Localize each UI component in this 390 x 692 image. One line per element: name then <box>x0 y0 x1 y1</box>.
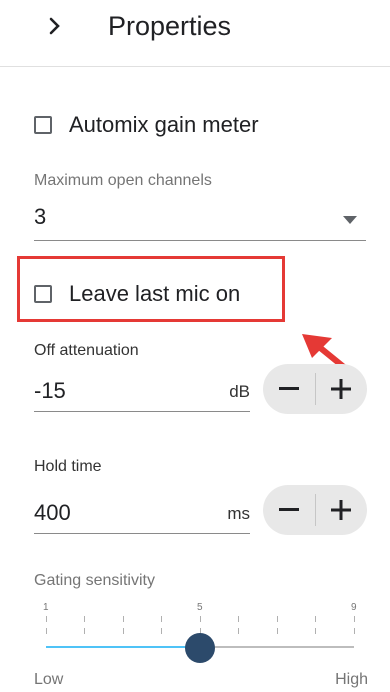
slider-tick <box>315 628 316 634</box>
slider-tick <box>45 616 47 622</box>
header-divider <box>0 66 390 67</box>
max-open-channels-select[interactable]: 3 <box>34 200 366 242</box>
off-attenuation-unit: dB <box>229 382 250 401</box>
select-underline <box>34 240 366 241</box>
slider-tick <box>84 628 85 634</box>
chevron-right-icon[interactable] <box>40 8 70 44</box>
minus-icon <box>278 508 299 511</box>
checkbox-box[interactable] <box>34 285 52 303</box>
slider-tick <box>161 628 162 634</box>
input-underline <box>34 533 250 534</box>
slider-tick <box>353 628 355 634</box>
hold-time-plus-button[interactable] <box>316 485 368 535</box>
off-attenuation-plus-button[interactable] <box>316 364 368 414</box>
off-attenuation-label: Off attenuation <box>34 342 139 359</box>
slider-tick-label-mid: 5 <box>197 602 203 613</box>
gating-sensitivity-slider[interactable]: 1 5 9 Low High <box>0 598 390 692</box>
off-attenuation-value: -15 <box>34 378 66 403</box>
automix-gain-meter-label: Automix gain meter <box>69 112 259 137</box>
slider-tick <box>122 616 124 622</box>
slider-tick <box>199 616 201 622</box>
off-attenuation-minus-button[interactable] <box>263 364 315 414</box>
leave-last-mic-on-label: Leave last mic on <box>69 281 241 306</box>
page-title: Properties <box>108 11 232 41</box>
hold-time-stepper <box>263 485 367 535</box>
off-attenuation-input[interactable]: -15 dB <box>34 372 250 412</box>
max-open-channels-value: 3 <box>34 204 47 229</box>
checkbox-box[interactable] <box>34 116 52 134</box>
slider-tick <box>276 616 278 622</box>
slider-tick-label-min: 1 <box>43 602 49 613</box>
slider-tick <box>315 616 316 622</box>
automix-gain-meter-checkbox[interactable]: Automix gain meter <box>34 112 259 138</box>
off-attenuation-stepper <box>263 364 367 414</box>
slider-track-fill <box>46 646 200 648</box>
slider-tick-label-max: 9 <box>351 602 357 613</box>
hold-time-minus-button[interactable] <box>263 485 315 535</box>
max-open-channels-label: Maximum open channels <box>34 172 212 189</box>
leave-last-mic-on-checkbox[interactable]: Leave last mic on <box>34 281 240 307</box>
input-underline <box>34 411 250 412</box>
plus-icon <box>331 500 352 520</box>
slider-low-label: Low <box>34 671 64 688</box>
dropdown-arrow-icon <box>343 211 357 229</box>
slider-tick <box>276 628 278 634</box>
hold-time-unit: ms <box>227 504 250 523</box>
slider-tick <box>122 628 124 634</box>
minus-icon <box>278 387 299 390</box>
slider-tick <box>353 616 355 622</box>
plus-icon <box>331 379 352 399</box>
hold-time-value: 400 <box>34 500 71 525</box>
hold-time-label: Hold time <box>34 458 102 475</box>
slider-high-label: High <box>335 671 368 688</box>
hold-time-input[interactable]: 400 ms <box>34 494 250 534</box>
slider-thumb[interactable] <box>185 633 215 663</box>
slider-tick <box>238 628 239 634</box>
slider-tick <box>161 616 162 622</box>
slider-tick <box>238 616 239 622</box>
slider-tick <box>84 616 85 622</box>
slider-tick <box>45 628 47 634</box>
gating-sensitivity-label: Gating sensitivity <box>34 572 155 589</box>
